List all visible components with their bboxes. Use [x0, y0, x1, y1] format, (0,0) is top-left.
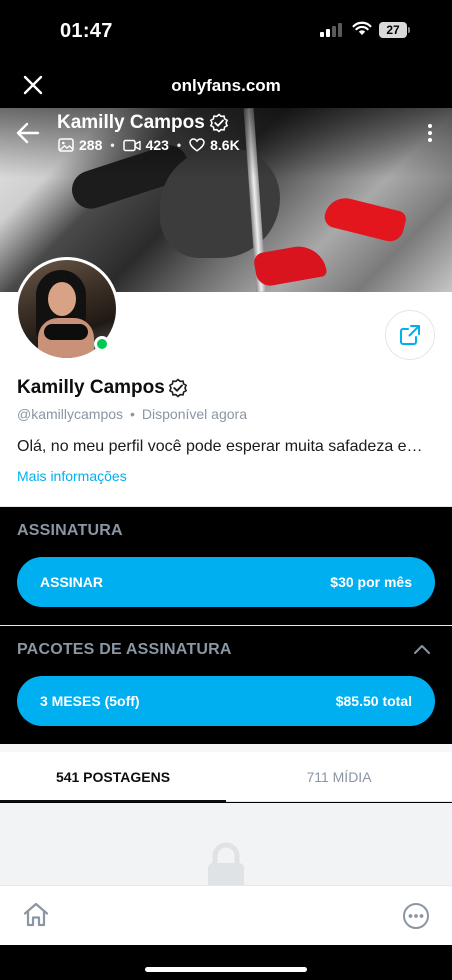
back-arrow-icon[interactable] [16, 122, 40, 144]
browser-header: onlyfans.com [0, 62, 452, 108]
bundle-price: $85.50 total [335, 693, 412, 709]
likes-count: 8.6K [210, 137, 240, 153]
share-button[interactable] [385, 310, 435, 360]
subscribe-price: $30 por mês [330, 574, 412, 590]
subscription-section-title: ASSINATURA [17, 522, 123, 539]
more-options-icon[interactable] [426, 124, 434, 144]
online-status-indicator [94, 336, 110, 352]
bottom-navigation [0, 885, 452, 945]
status-bar: 01:47 27 [0, 0, 452, 62]
divider [0, 506, 452, 507]
likes-stat: 8.6K [189, 137, 240, 153]
more-info-link[interactable]: Mais informações [17, 468, 127, 484]
subscribe-label: ASSINAR [40, 574, 104, 590]
cellular-signal-icon [320, 23, 344, 37]
wifi-icon [352, 21, 372, 35]
image-icon [58, 138, 74, 152]
battery-icon: 27 [379, 22, 411, 38]
tab-posts[interactable]: 541 POSTAGENS [0, 752, 226, 802]
home-icon[interactable] [22, 901, 50, 929]
photos-count: 288 [79, 137, 103, 153]
profile-tabs: 541 POSTAGENS 711 MÍDIA [0, 752, 452, 802]
videos-count: 423 [145, 137, 169, 153]
lock-icon [208, 842, 244, 885]
bundles-section-title: PACOTES DE ASSINATURA [17, 641, 232, 658]
section-gap [0, 744, 452, 752]
cover-name-text: Kamilly Campos [57, 112, 205, 133]
stats-separator: • [176, 138, 182, 152]
video-icon [122, 139, 141, 151]
tab-media[interactable]: 711 MÍDIA [226, 752, 452, 802]
bio-text: Olá, no meu perfil você pode esperar mui… [17, 438, 423, 455]
chevron-up-icon[interactable] [413, 642, 431, 656]
verified-icon [168, 378, 187, 398]
photos-stat: 288 [58, 137, 102, 153]
cover-stats: 288 • 423 • 8.6K [58, 137, 240, 153]
videos-stat: 423 [122, 137, 169, 153]
stats-separator: • [110, 138, 115, 152]
bundle-3-months-button[interactable]: 3 MESES (5off) $85.50 total [17, 676, 435, 726]
verified-icon [209, 113, 228, 133]
subscribe-button[interactable]: ASSINAR $30 por mês [17, 557, 435, 607]
browser-url: onlyfans.com [171, 76, 281, 95]
locked-content-area [0, 803, 452, 885]
bundle-label: 3 MESES (5off) [40, 693, 140, 709]
profile-name-text: Kamilly Campos [17, 377, 165, 398]
separator-dot: • [130, 406, 135, 422]
profile-header: Kamilly Campos @kamillycampos • Disponível… [0, 257, 452, 506]
username: @kamillycampos [17, 406, 124, 422]
cover-profile-name: Kamilly Campos [57, 112, 229, 134]
home-indicator-area [0, 945, 452, 980]
heart-icon [189, 138, 205, 152]
handle-row: @kamillycampos • Disponível agora [17, 406, 247, 422]
more-menu-icon[interactable] [402, 902, 430, 930]
home-indicator[interactable] [145, 967, 307, 972]
divider [0, 625, 452, 626]
availability-status: Disponível agora [141, 406, 247, 422]
share-icon [400, 325, 420, 345]
battery-level: 27 [379, 22, 407, 38]
profile-name: Kamilly Campos [17, 377, 188, 399]
clock: 01:47 [60, 20, 113, 42]
